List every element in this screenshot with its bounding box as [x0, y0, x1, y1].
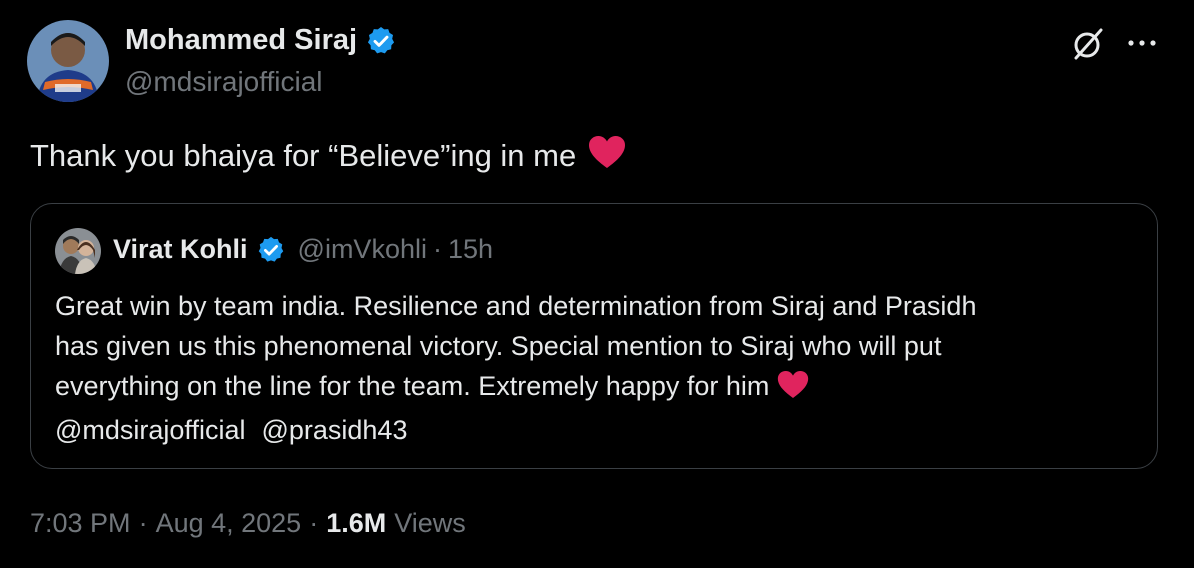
quoted-author-avatar[interactable]: [55, 228, 101, 274]
views-label[interactable]: Views: [394, 508, 466, 539]
quoted-tweet-body: Great win by team india. Resilience and …: [55, 286, 1145, 450]
mention-link[interactable]: @mdsirajofficial: [55, 415, 245, 445]
quoted-author-handle[interactable]: @imVkohli: [298, 234, 427, 265]
author-handle[interactable]: @mdsirajofficial: [125, 66, 323, 98]
quoted-tweet-line-last: everything on the line for the team. Ext…: [55, 366, 1145, 410]
separator-dot: ·: [309, 508, 319, 538]
quoted-tweet-line-text: everything on the line for the team. Ext…: [55, 371, 770, 401]
separator-dot: ·: [432, 234, 442, 264]
quoted-author-name[interactable]: Virat Kohli: [113, 234, 248, 265]
quoted-tweet-line: has given us this phenomenal victory. Sp…: [55, 331, 942, 361]
views-count[interactable]: 1.6M: [326, 508, 386, 539]
tweet-date[interactable]: Aug 4, 2025: [156, 508, 302, 539]
verified-badge-icon: [256, 235, 286, 265]
quoted-tweet-line: Great win by team india. Resilience and …: [55, 291, 977, 321]
quoted-tweet-mentions: @mdsirajofficial @prasidh43: [55, 410, 1145, 450]
tweet-text: Thank you bhaiya for “Believe”ing in me: [30, 135, 626, 177]
mention-link[interactable]: @prasidh43: [261, 415, 407, 445]
tweet-text-content: Thank you bhaiya for “Believe”ing in me: [30, 138, 577, 173]
author-avatar[interactable]: [27, 20, 109, 102]
separator-dot: ·: [138, 508, 148, 538]
author-name-text[interactable]: Mohammed Siraj: [125, 24, 357, 57]
grok-icon[interactable]: [1070, 26, 1106, 62]
tweet-card: Mohammed Siraj @mdsirajofficial Thank yo…: [0, 0, 1194, 568]
red-heart-icon: [777, 370, 809, 410]
tweet-footer: 7:03 PM · Aug 4, 2025 · 1.6M Views: [30, 508, 466, 539]
quoted-tweet-time[interactable]: 15h: [448, 234, 493, 265]
verified-badge-icon: [365, 25, 397, 57]
more-icon[interactable]: [1124, 28, 1160, 58]
red-heart-icon: [588, 135, 626, 177]
tweet-time[interactable]: 7:03 PM: [30, 508, 131, 539]
quoted-tweet[interactable]: Virat Kohli @imVkohli · 15h Great win by…: [30, 203, 1158, 469]
quoted-tweet-header: Virat Kohli @imVkohli · 15h: [113, 234, 493, 265]
author-display-name[interactable]: Mohammed Siraj: [125, 24, 397, 57]
